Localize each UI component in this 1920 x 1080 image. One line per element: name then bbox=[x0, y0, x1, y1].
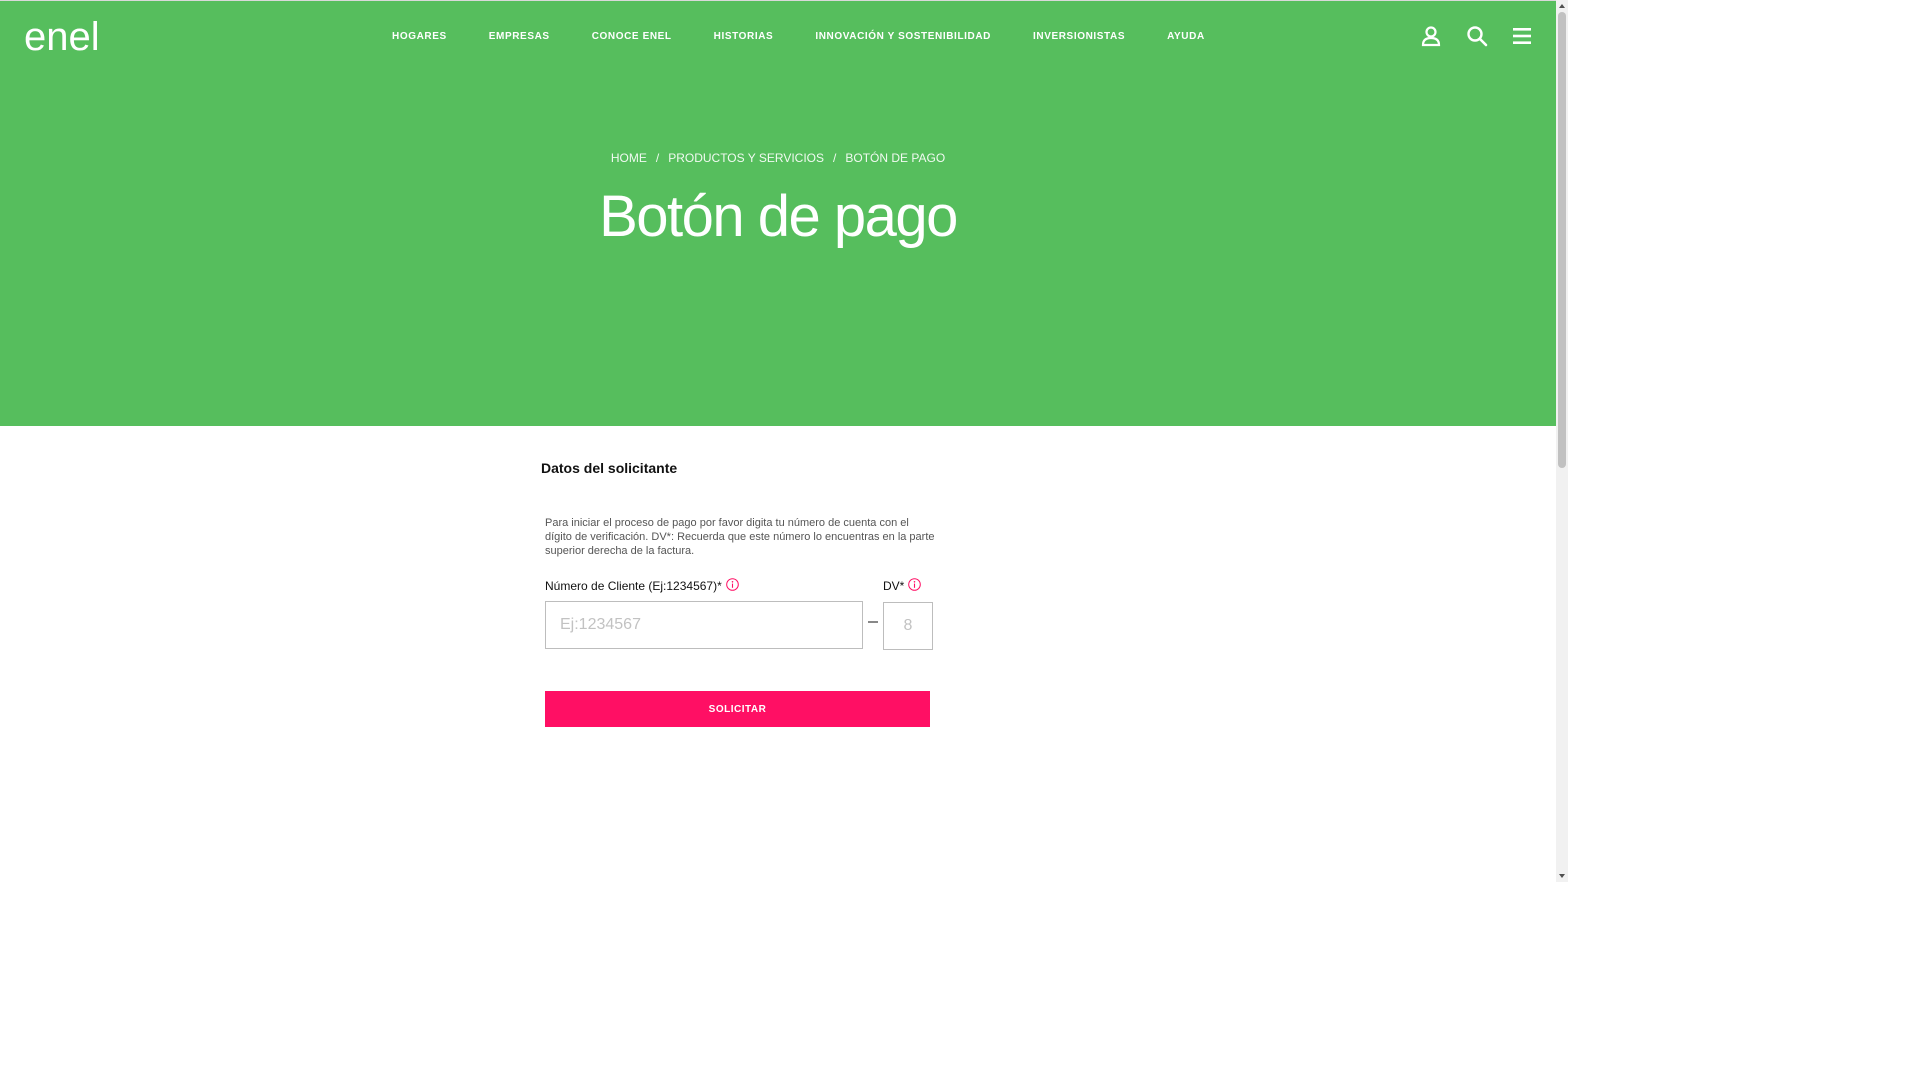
nav-empresas[interactable]: EMPRESAS bbox=[489, 31, 550, 42]
scroll-down-arrow-icon[interactable] bbox=[1556, 870, 1568, 882]
scrollbar[interactable] bbox=[1556, 0, 1568, 882]
breadcrumb-separator: / bbox=[655, 151, 660, 165]
dv-input[interactable] bbox=[883, 602, 933, 650]
info-icon[interactable] bbox=[725, 577, 739, 591]
page: enel HOGARES EMPRESAS CONOCE ENEL HISTOR… bbox=[0, 0, 1556, 882]
solicitar-button[interactable]: SOLICITAR bbox=[545, 691, 930, 727]
nav-historias[interactable]: HISTORIAS bbox=[714, 31, 774, 42]
main-nav: HOGARES EMPRESAS CONOCE ENEL HISTORIAS I… bbox=[392, 31, 1205, 42]
menu-icon[interactable] bbox=[1511, 25, 1533, 47]
client-number-label-text: Número de Cliente (Ej:1234567)* bbox=[545, 579, 722, 593]
nav-hogares[interactable]: HOGARES bbox=[392, 31, 447, 42]
scroll-up-arrow-icon[interactable] bbox=[1556, 0, 1568, 12]
breadcrumb-productos[interactable]: PRODUCTOS Y SERVICIOS bbox=[668, 151, 824, 165]
breadcrumb-separator: / bbox=[833, 151, 837, 165]
help-text: Para iniciar el proceso de pago por favo… bbox=[545, 517, 935, 557]
nav-conoce-enel[interactable]: CONOCE ENEL bbox=[592, 31, 672, 42]
enel-logo[interactable]: enel bbox=[24, 17, 114, 55]
breadcrumb-home[interactable]: HOME bbox=[611, 151, 647, 165]
svg-text:enel: enel bbox=[24, 17, 100, 55]
client-number-input[interactable] bbox=[545, 601, 863, 649]
dv-label-text: DV* bbox=[883, 579, 905, 593]
section-title: Datos del solicitante bbox=[541, 460, 678, 476]
nav-ayuda[interactable]: AYUDA bbox=[1167, 31, 1205, 42]
nav-innovacion[interactable]: INNOVACIÓN Y SOSTENIBILIDAD bbox=[815, 31, 991, 42]
client-number-label: Número de Cliente (Ej:1234567)* bbox=[545, 577, 739, 593]
user-icon[interactable] bbox=[1420, 25, 1442, 47]
scroll-thumb[interactable] bbox=[1558, 12, 1566, 468]
breadcrumb-current: BOTÓN DE PAGO bbox=[845, 151, 946, 165]
page-title: Botón de pago bbox=[599, 184, 958, 249]
hero-banner: enel HOGARES EMPRESAS CONOCE ENEL HISTOR… bbox=[0, 0, 1556, 426]
dv-label: DV* bbox=[883, 577, 922, 593]
breadcrumb: HOME / PRODUCTOS Y SERVICIOS / BOTÓN DE … bbox=[0, 151, 1556, 165]
field-separator-dash bbox=[868, 621, 878, 623]
info-icon[interactable] bbox=[908, 577, 922, 591]
nav-inversionistas[interactable]: INVERSIONISTAS bbox=[1033, 31, 1125, 42]
search-icon[interactable] bbox=[1466, 25, 1488, 47]
